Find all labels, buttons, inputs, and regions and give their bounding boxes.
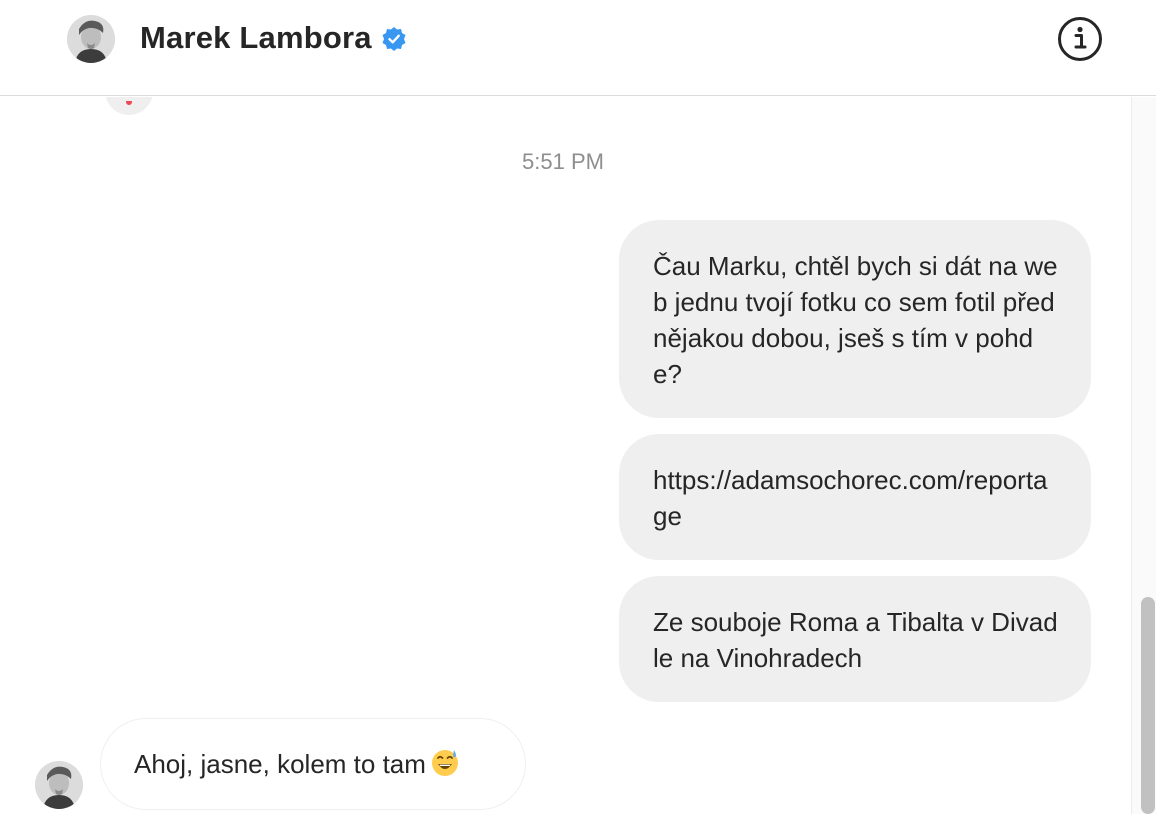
outgoing-message-link[interactable]: https://adamsochorec.com/reportage — [619, 434, 1091, 560]
outgoing-message[interactable]: Čau Marku, chtěl bych si dát na web jedn… — [619, 220, 1091, 418]
profile-photo-icon — [67, 15, 115, 63]
info-icon[interactable] — [1057, 16, 1103, 62]
grinning-sweat-emoji — [431, 750, 458, 776]
verified-badge-icon — [382, 27, 406, 51]
sender-avatar[interactable] — [35, 761, 83, 809]
contact-name[interactable]: Marek Lambora — [140, 20, 372, 56]
chat-header: Marek Lambora — [0, 0, 1156, 96]
outgoing-message[interactable]: Ze souboje Roma a Tibalta v Divadle na V… — [619, 576, 1091, 702]
message-timestamp: 5:51 PM — [522, 149, 604, 174]
incoming-message[interactable]: Ahoj, jasne, kolem to tam — [100, 718, 526, 810]
incoming-message-text: Ahoj, jasne, kolem to tam — [134, 749, 426, 779]
profile-photo-icon — [35, 761, 83, 809]
reaction-badge[interactable] — [105, 97, 153, 115]
scrollbar-track[interactable] — [1131, 97, 1156, 814]
heart-icon — [126, 101, 132, 105]
message-thread[interactable]: 5:51 PM Čau Marku, chtěl bych si dát na … — [0, 97, 1130, 814]
contact-avatar[interactable] — [67, 15, 115, 63]
scrollbar-thumb[interactable] — [1141, 597, 1155, 814]
